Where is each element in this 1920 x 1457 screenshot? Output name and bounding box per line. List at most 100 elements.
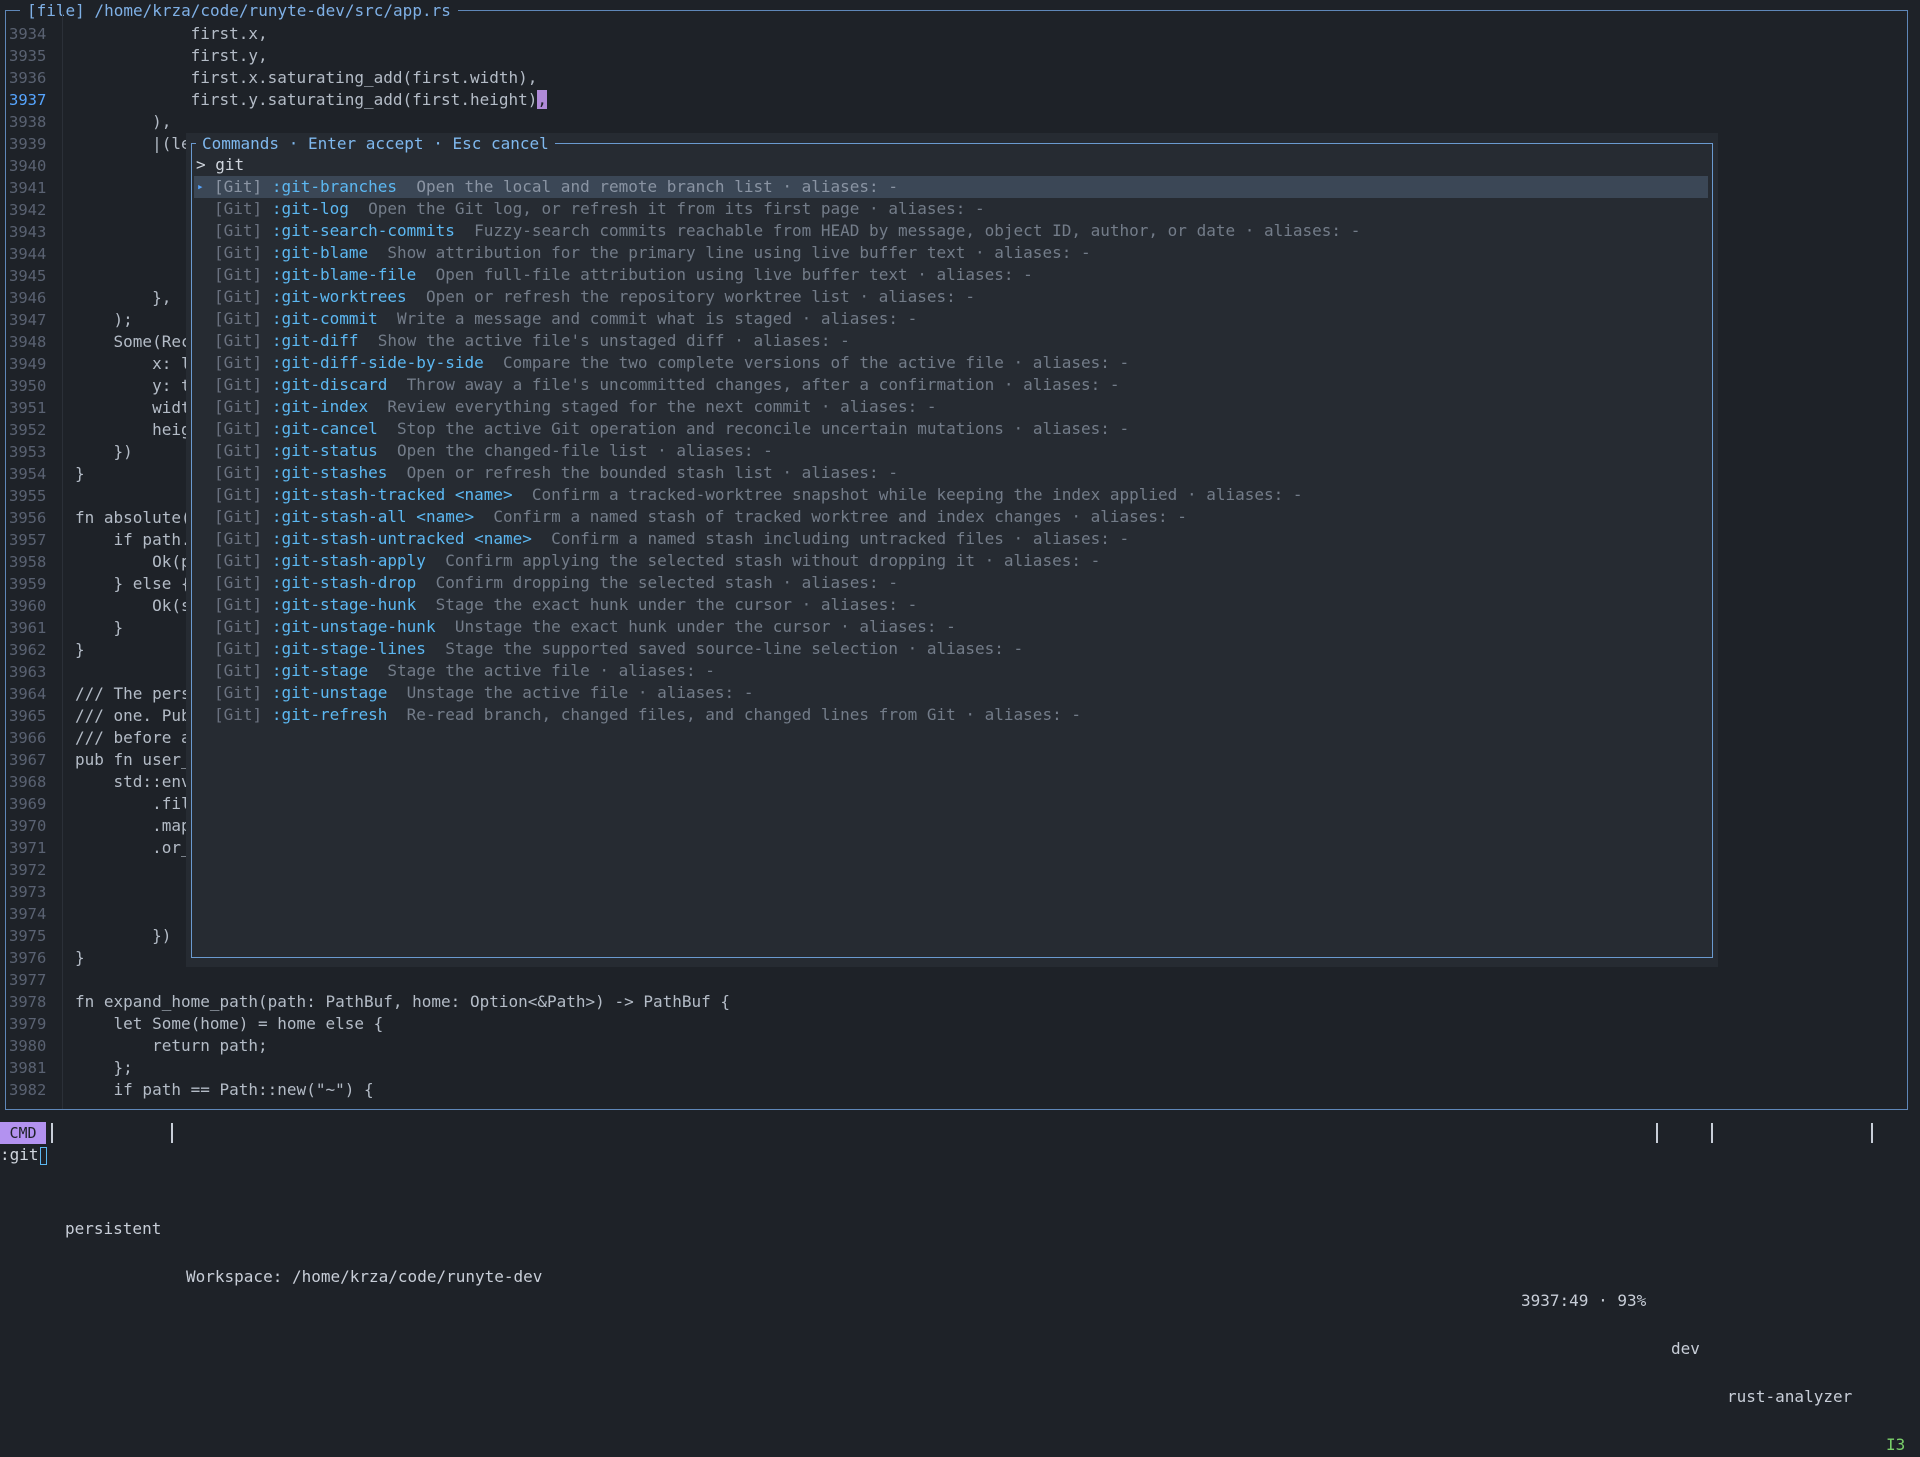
- line-number: 3960: [9, 597, 47, 615]
- result-command: :git-stash-apply: [271, 551, 426, 570]
- palette-result-item[interactable]: [Git] :git-status Open the changed-file …: [194, 440, 1708, 462]
- result-description: Unstage the exact hunk under the cursor …: [454, 617, 956, 636]
- result-description: Confirm a tracked-worktree snapshot whil…: [531, 485, 1303, 504]
- line-number: 3954: [9, 465, 47, 483]
- result-description: Write a message and commit what is stage…: [397, 309, 918, 328]
- palette-result-item[interactable]: [Git] :git-search-commits Fuzzy-search c…: [194, 220, 1708, 242]
- selection-marker-icon: ▸: [197, 180, 204, 193]
- line-code: .or_: [75, 838, 191, 857]
- line-code: fn expand_home_path(path: PathBuf, home:…: [75, 992, 731, 1011]
- palette-result-item[interactable]: [Git] :git-refresh Re-read branch, chang…: [194, 704, 1708, 726]
- line-code: |(le: [75, 134, 191, 153]
- palette-result-item[interactable]: [Git] :git-stash-untracked <name> Confir…: [194, 528, 1708, 550]
- editor-file-title: [file] /home/krza/code/runyte-dev/src/ap…: [20, 1, 458, 21]
- workspace-path: Workspace: /home/krza/code/runyte-dev: [186, 1267, 543, 1286]
- result-category: [Git]: [214, 265, 263, 284]
- line-code: }): [75, 926, 172, 945]
- line-number: 3944: [9, 245, 47, 263]
- result-description: Re-read branch, changed files, and chang…: [406, 705, 1081, 724]
- result-category: [Git]: [214, 419, 263, 438]
- current-line-code: first.y.saturating_add(first.height),: [75, 89, 548, 111]
- result-command: :git-stash-drop: [271, 573, 417, 592]
- palette-results-list[interactable]: ▸ [Git] :git-branches Open the local and …: [194, 176, 1708, 726]
- palette-result-item[interactable]: [Git] :git-index Review everything stage…: [194, 396, 1708, 418]
- line-number: 3934: [9, 25, 47, 43]
- result-description: Stage the supported saved source-line se…: [445, 639, 1024, 658]
- editor-cursor: ,: [537, 90, 548, 109]
- result-category: [Git]: [214, 529, 263, 548]
- line-number: 3973: [9, 883, 47, 901]
- palette-result-item[interactable]: [Git] :git-stash-tracked <name> Confirm …: [194, 484, 1708, 506]
- line-number: 3953: [9, 443, 47, 461]
- result-command: :git-worktrees: [271, 287, 407, 306]
- palette-result-item[interactable]: [Git] :git-stash-apply Confirm applying …: [194, 550, 1708, 572]
- palette-result-item[interactable]: [Git] :git-blame-file Open full-file att…: [194, 264, 1708, 286]
- result-command: :git-branches: [271, 177, 398, 196]
- result-category: [Git]: [214, 177, 263, 196]
- line-number: 3972: [9, 861, 47, 879]
- result-description: Confirm dropping the selected stash · al…: [435, 573, 898, 592]
- line-code: },: [75, 288, 172, 307]
- palette-result-item[interactable]: [Git] :git-blame Show attribution for th…: [194, 242, 1708, 264]
- palette-result-item[interactable]: [Git] :git-unstage-hunk Unstage the exac…: [194, 616, 1708, 638]
- result-description: Stage the active file · aliases: -: [387, 661, 715, 680]
- line-number: 3946: [9, 289, 47, 307]
- result-category: [Git]: [214, 463, 263, 482]
- git-branch: dev: [1671, 1339, 1700, 1358]
- result-command: :git-status: [271, 441, 378, 460]
- result-command: :git-refresh: [271, 705, 388, 724]
- gutter-divider: [62, 11, 63, 1109]
- line-number: 3966: [9, 729, 47, 747]
- palette-result-item[interactable]: [Git] :git-diff-side-by-side Compare the…: [194, 352, 1708, 374]
- line-number: 3962: [9, 641, 47, 659]
- palette-result-item[interactable]: ▸ [Git] :git-branches Open the local and …: [194, 176, 1708, 198]
- result-description: Show the active file's unstaged diff · a…: [377, 331, 850, 350]
- line-number: 3970: [9, 817, 47, 835]
- palette-result-item[interactable]: [Git] :git-diff Show the active file's u…: [194, 330, 1708, 352]
- line-number: 3981: [9, 1059, 47, 1077]
- palette-search-input[interactable]: > git: [196, 154, 244, 176]
- result-description: Throw away a file's uncommitted changes,…: [406, 375, 1120, 394]
- result-category: [Git]: [214, 331, 263, 350]
- palette-result-item[interactable]: [Git] :git-discard Throw away a file's u…: [194, 374, 1708, 396]
- line-code: first.x,: [75, 24, 268, 43]
- line-number: 3940: [9, 157, 47, 175]
- result-category: [Git]: [214, 705, 263, 724]
- result-category: [Git]: [214, 287, 263, 306]
- palette-result-item[interactable]: [Git] :git-stage-hunk Stage the exact hu…: [194, 594, 1708, 616]
- palette-result-item[interactable]: [Git] :git-stage Stage the active file ·…: [194, 660, 1708, 682]
- line-number: 3979: [9, 1015, 47, 1033]
- result-category: [Git]: [214, 551, 263, 570]
- palette-result-item[interactable]: [Git] :git-log Open the Git log, or refr…: [194, 198, 1708, 220]
- line-code: /// before a: [75, 728, 191, 747]
- palette-title: Commands · Enter accept · Esc cancel: [196, 134, 555, 154]
- command-palette[interactable]: Commands · Enter accept · Esc cancel > g…: [191, 134, 1713, 958]
- result-category: [Git]: [214, 573, 263, 592]
- result-command: :git-blame-file: [271, 265, 417, 284]
- line-code: pub fn user_: [75, 750, 191, 769]
- line-number: 3961: [9, 619, 47, 637]
- palette-result-item[interactable]: [Git] :git-stash-all <name> Confirm a na…: [194, 506, 1708, 528]
- line-code: widt: [75, 398, 191, 417]
- line-number: 3939: [9, 135, 47, 153]
- line-number: 3974: [9, 905, 47, 923]
- palette-result-item[interactable]: [Git] :git-stash-drop Confirm dropping t…: [194, 572, 1708, 594]
- palette-result-item[interactable]: [Git] :git-commit Write a message and co…: [194, 308, 1708, 330]
- result-command: :git-diff: [271, 331, 359, 350]
- result-description: Review everything staged for the next co…: [387, 397, 937, 416]
- line-code: heig: [75, 420, 191, 439]
- result-category: [Git]: [214, 661, 263, 680]
- line-code: }: [75, 464, 85, 483]
- result-description: Stage the exact hunk under the cursor · …: [435, 595, 918, 614]
- command-line-input[interactable]: :git: [0, 1144, 47, 1166]
- palette-result-item[interactable]: [Git] :git-worktrees Open or refresh the…: [194, 286, 1708, 308]
- status-separator: [171, 1123, 173, 1143]
- palette-result-item[interactable]: [Git] :git-stashes Open or refresh the b…: [194, 462, 1708, 484]
- line-code: first.y,: [75, 46, 268, 65]
- line-number: 3977: [9, 971, 47, 989]
- palette-result-item[interactable]: [Git] :git-cancel Stop the active Git op…: [194, 418, 1708, 440]
- line-code: .map: [75, 816, 191, 835]
- line-number: 3957: [9, 531, 47, 549]
- palette-result-item[interactable]: [Git] :git-stage-lines Stage the support…: [194, 638, 1708, 660]
- palette-result-item[interactable]: [Git] :git-unstage Unstage the active fi…: [194, 682, 1708, 704]
